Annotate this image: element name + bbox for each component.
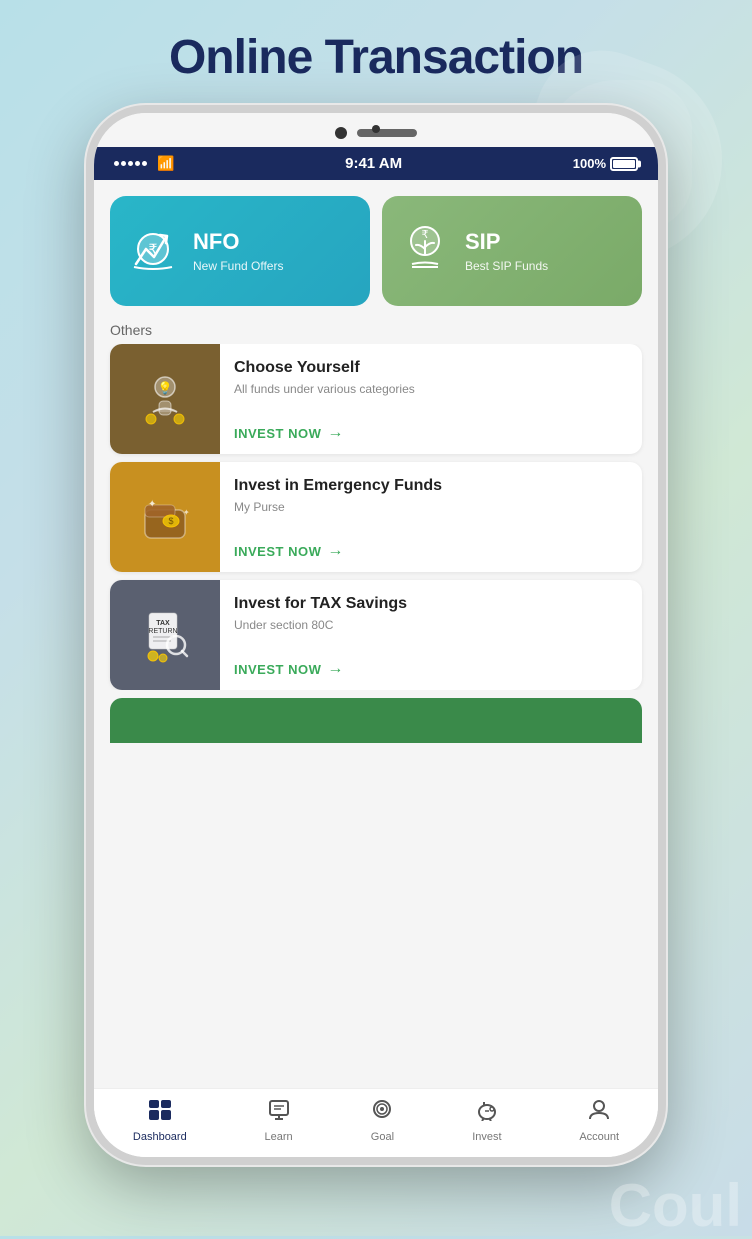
svg-text:RETURN: RETURN [148,628,177,635]
choose-yourself-title: Choose Yourself [234,358,628,379]
choose-yourself-cta-label: INVEST NOW [234,426,321,441]
battery-fill [613,160,635,168]
svg-text:TAX: TAX [156,620,170,627]
goal-icon [370,1099,394,1127]
front-camera [335,127,347,139]
emergency-cta[interactable]: INVEST NOW → [234,542,628,560]
account-nav-label: Account [579,1131,619,1143]
sip-title: SIP [465,229,548,255]
arrow-right-icon: → [327,542,344,560]
status-time: 9:41 AM [345,155,402,172]
sip-card[interactable]: ₹ SIP Best SIP Funds [382,196,642,306]
bottom-nav: Dashboard Learn [94,1088,658,1157]
svg-text:₹: ₹ [422,229,429,241]
top-cards-row: ₹ NFO New Fund Offers [94,180,658,314]
nav-item-dashboard[interactable]: Dashboard [133,1099,187,1143]
nfo-title: NFO [193,229,283,255]
tax-thumbnail: TAX RETURN [110,580,220,690]
signal-dot [121,161,126,166]
dashboard-icon [148,1099,172,1127]
nfo-subtitle: New Fund Offers [193,259,283,273]
signal-dot [142,161,147,166]
choose-yourself-subtitle: All funds under various categories [234,382,628,396]
invest-item-tax[interactable]: TAX RETURN Invest for TAX Saving [110,580,642,690]
choose-yourself-thumbnail: 💡 [110,344,220,454]
sip-subtitle: Best SIP Funds [465,259,548,273]
others-label: Others [94,314,658,344]
phone-frame: 📶 9:41 AM 100% ₹ [86,105,666,1165]
corner-text: Coul [609,1176,752,1236]
invest-item-choose-yourself[interactable]: 💡 Choose Yourself All funds under variou… [110,344,642,454]
status-left: 📶 [114,155,174,172]
volume-up-button [86,253,88,293]
phone-content: ₹ NFO New Fund Offers [94,180,658,1157]
emergency-subtitle: My Purse [234,500,628,514]
tax-body: Invest for TAX Savings Under section 80C… [220,580,642,690]
front-sensor [372,125,380,133]
emergency-title: Invest in Emergency Funds [234,476,628,497]
invest-list: 💡 Choose Yourself All funds under variou… [94,344,658,690]
status-bar: 📶 9:41 AM 100% [94,147,658,180]
nav-item-goal[interactable]: Goal [370,1099,394,1143]
nfo-icon: ₹ [126,219,181,284]
invest-nav-label: Invest [472,1131,501,1143]
choose-yourself-body: Choose Yourself All funds under various … [220,344,642,454]
tax-cta[interactable]: INVEST NOW → [234,660,628,678]
invest-icon [475,1099,499,1127]
status-right: 100% [573,156,638,171]
signal-dot [128,161,133,166]
dashboard-nav-label: Dashboard [133,1131,187,1143]
nfo-card[interactable]: ₹ NFO New Fund Offers [110,196,370,306]
signal-dot [135,161,140,166]
wifi-icon: 📶 [157,155,174,172]
partial-item [110,698,642,743]
battery-icon [610,157,638,171]
learn-nav-label: Learn [265,1131,293,1143]
tax-title: Invest for TAX Savings [234,594,628,615]
emergency-thumbnail: $ ✦ ✦ [110,462,220,572]
account-icon [587,1099,611,1127]
emergency-body: Invest in Emergency Funds My Purse INVES… [220,462,642,572]
tax-subtitle: Under section 80C [234,618,628,632]
page-title: Online Transaction [169,30,583,85]
sip-icon: ₹ [398,219,453,284]
svg-text:✦: ✦ [148,499,156,510]
nfo-card-text: NFO New Fund Offers [193,229,283,272]
svg-text:✦: ✦ [183,508,190,517]
arrow-right-icon: → [327,424,344,442]
emergency-cta-label: INVEST NOW [234,544,321,559]
signal-dot [114,161,119,166]
signal-dots [114,161,147,166]
phone-top-bar [94,113,658,147]
sip-card-text: SIP Best SIP Funds [465,229,548,272]
svg-text:💡: 💡 [157,381,172,395]
nav-item-account[interactable]: Account [579,1099,619,1143]
nav-item-invest[interactable]: Invest [472,1099,501,1143]
speaker [357,129,417,137]
battery-percent: 100% [573,156,606,171]
arrow-right-icon: → [327,660,344,678]
power-button [664,273,666,333]
invest-item-emergency[interactable]: $ ✦ ✦ Invest in Emergency Funds My Purse… [110,462,642,572]
volume-down-button [86,303,88,343]
learn-icon [267,1099,291,1127]
tax-cta-label: INVEST NOW [234,662,321,677]
choose-yourself-cta[interactable]: INVEST NOW → [234,424,628,442]
svg-text:$: $ [168,516,173,526]
nav-item-learn[interactable]: Learn [265,1099,293,1143]
goal-nav-label: Goal [371,1131,394,1143]
